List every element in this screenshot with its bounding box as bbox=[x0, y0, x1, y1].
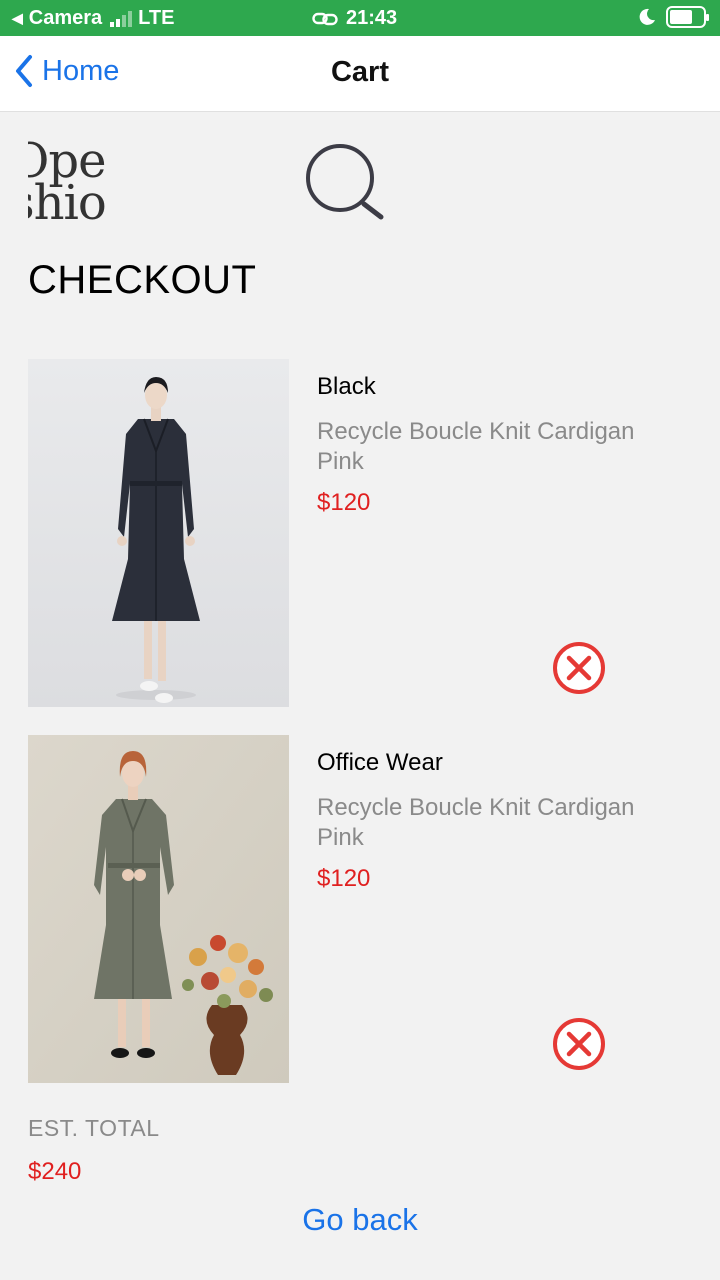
item-title: Office Wear bbox=[317, 749, 443, 776]
page-title: CHECKOUT bbox=[28, 258, 257, 302]
item-title: Black bbox=[317, 373, 376, 400]
back-app-label: Camera bbox=[28, 7, 103, 29]
moon-icon bbox=[639, 8, 655, 25]
logo-line-2: shio bbox=[28, 175, 107, 228]
status-time: 21:43 bbox=[346, 7, 398, 29]
navigation-bar: Home Cart bbox=[0, 36, 720, 112]
status-left[interactable]: ◀ Camera LTE bbox=[12, 7, 174, 30]
item-description: Recycle Boucle Knit Cardigan Pink bbox=[317, 418, 635, 475]
search-icon[interactable] bbox=[302, 140, 388, 224]
status-bar: ◀ Camera LTE 21:43 bbox=[0, 0, 720, 36]
network-label: LTE bbox=[138, 7, 175, 29]
cart-item: Black Recycle Boucle Knit Cardigan Pink … bbox=[28, 359, 692, 707]
status-right bbox=[638, 6, 709, 28]
battery-icon bbox=[666, 6, 709, 28]
item-price: $120 bbox=[317, 489, 371, 516]
item-description: Recycle Boucle Knit Cardigan Pink bbox=[317, 794, 635, 851]
estimated-total-value: $240 bbox=[28, 1158, 82, 1185]
back-to-app-icon: ◀ bbox=[12, 10, 23, 26]
link-icon bbox=[312, 12, 338, 25]
cart-item: Office Wear Recycle Boucle Knit Cardigan… bbox=[28, 735, 692, 1083]
nav-title: Cart bbox=[330, 56, 389, 88]
product-image-black-dress[interactable] bbox=[28, 359, 289, 707]
remove-item-icon[interactable] bbox=[552, 1017, 606, 1071]
item-price: $120 bbox=[317, 865, 371, 892]
estimated-total-label: EST. TOTAL bbox=[28, 1115, 160, 1141]
brand-logo: Ope shio bbox=[28, 140, 116, 228]
signal-icon bbox=[110, 10, 133, 27]
status-center: 21:43 bbox=[312, 7, 397, 30]
go-back-button[interactable]: Go back bbox=[0, 1202, 720, 1238]
product-image-grey-dress[interactable] bbox=[28, 735, 289, 1083]
remove-item-icon[interactable] bbox=[552, 641, 606, 695]
